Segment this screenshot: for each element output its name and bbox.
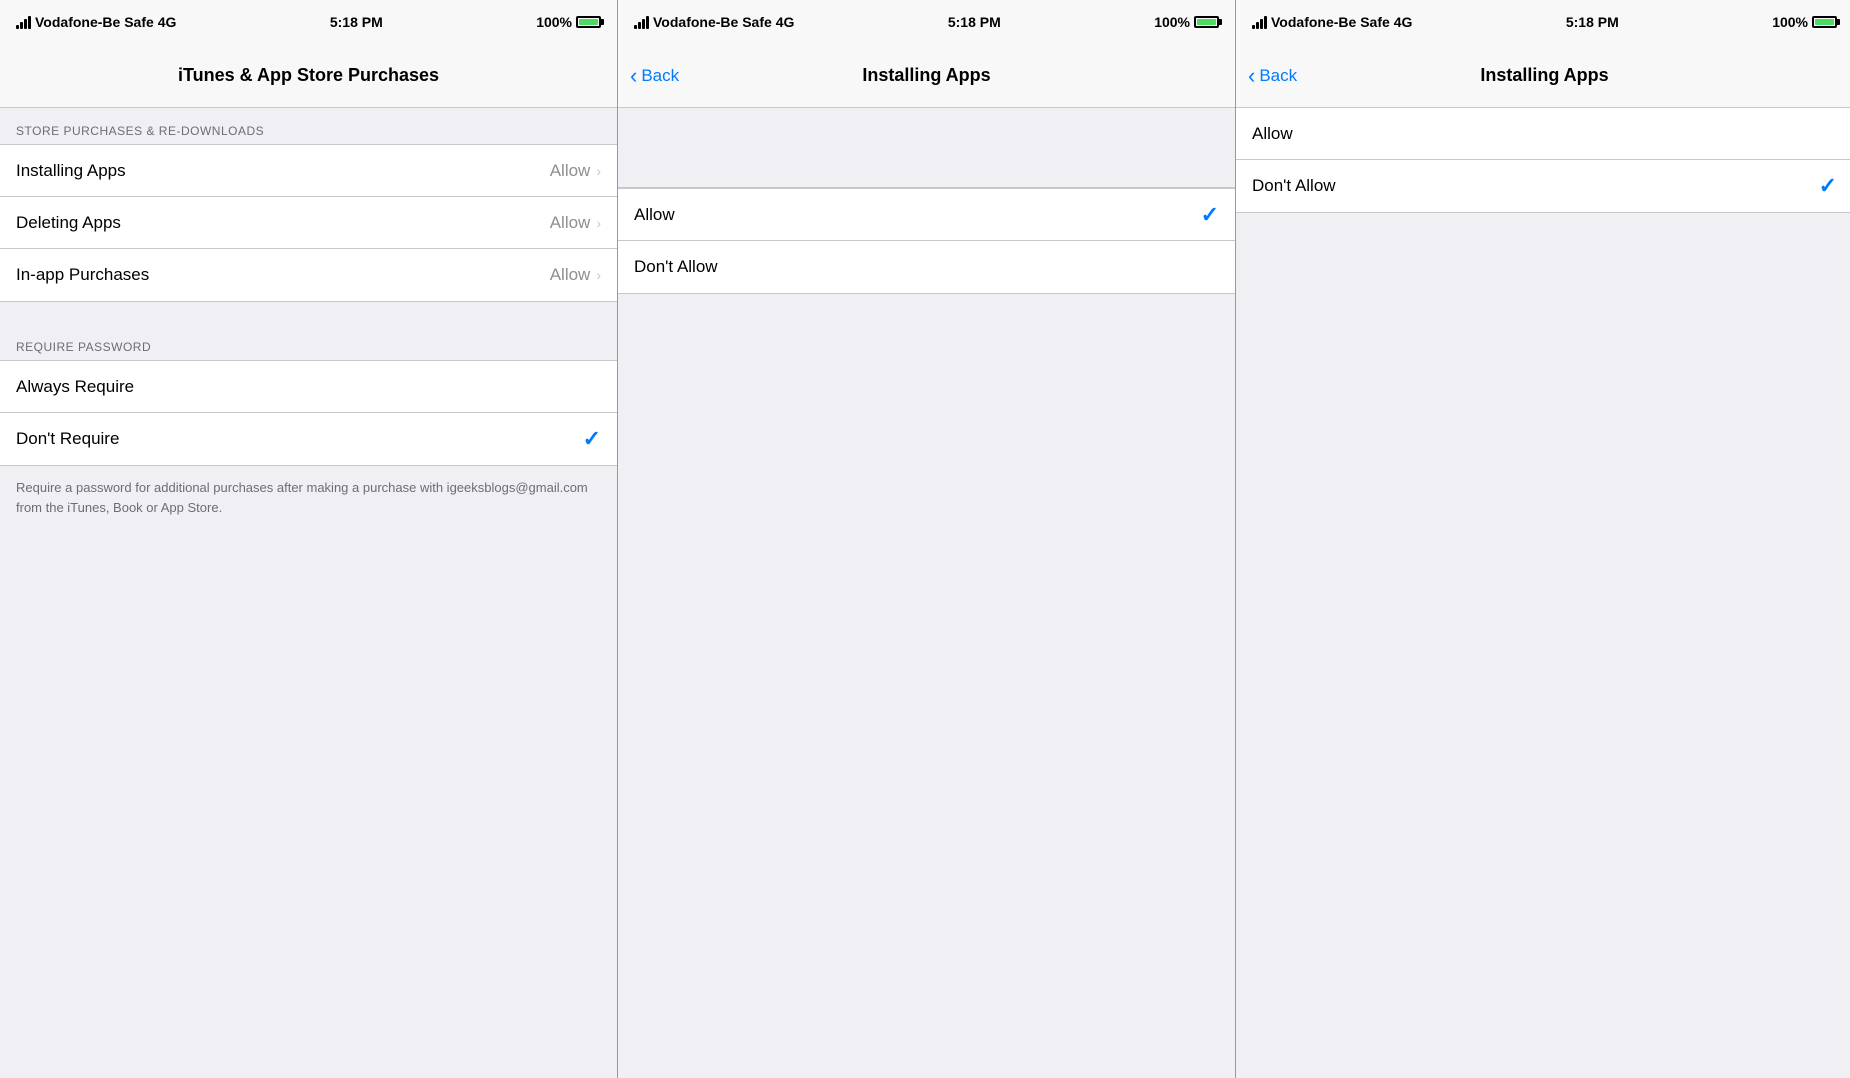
signal-bar-3-1 (1252, 25, 1255, 29)
battery-percent-1: 100% (536, 14, 572, 30)
page-title-2: Installing Apps (862, 65, 990, 86)
settings-content-1: STORE PURCHASES & RE-DOWNLOADS Installin… (0, 108, 617, 1078)
installing-apps-chevron-icon: › (596, 163, 601, 179)
inapp-purchases-chevron-icon: › (596, 267, 601, 283)
inapp-purchases-label: In-app Purchases (16, 265, 149, 285)
status-left-3: Vodafone-Be Safe 4G (1252, 14, 1412, 30)
signal-bar-3-4 (1264, 16, 1267, 29)
network-label-1: 4G (158, 14, 177, 30)
inapp-purchases-right: Allow › (550, 265, 601, 285)
signal-bar-3-3 (1260, 19, 1263, 29)
network-label-3: 4G (1394, 14, 1413, 30)
section-header-store: STORE PURCHASES & RE-DOWNLOADS (0, 108, 617, 144)
allow-checkmark-icon-2: ✓ (1201, 202, 1219, 228)
signal-bar-2-4 (646, 16, 649, 29)
signal-bar-1 (16, 25, 19, 29)
dont-require-row[interactable]: Don't Require ✓ (0, 413, 617, 465)
options-group-2: Allow ✓ Don't Allow (618, 188, 1235, 294)
deleting-apps-row[interactable]: Deleting Apps Allow › (0, 197, 617, 249)
back-label-3: Back (1259, 66, 1297, 86)
signal-bars-2 (634, 16, 649, 29)
dont-allow-label-3: Don't Allow (1252, 176, 1336, 196)
time-label-1: 5:18 PM (330, 14, 383, 30)
back-button-2[interactable]: ‹ Back (630, 65, 679, 87)
signal-bar-2-1 (634, 25, 637, 29)
battery-icon-2 (1194, 16, 1219, 28)
gray-top-2 (618, 108, 1235, 188)
page-title-1: iTunes & App Store Purchases (178, 65, 439, 86)
panel-3: Vodafone-Be Safe 4G 5:18 PM 100% ‹ Back … (1236, 0, 1850, 1078)
dont-allow-row-2[interactable]: Don't Allow (618, 241, 1235, 293)
inapp-purchases-row[interactable]: In-app Purchases Allow › (0, 249, 617, 301)
dont-require-label: Don't Require (16, 429, 119, 449)
always-require-label: Always Require (16, 377, 134, 397)
dont-allow-checkmark-icon-3: ✓ (1819, 173, 1837, 199)
battery-percent-3: 100% (1772, 14, 1808, 30)
status-right-2: 100% (1154, 14, 1219, 30)
back-button-3[interactable]: ‹ Back (1248, 65, 1297, 87)
dont-allow-label-2: Don't Allow (634, 257, 718, 277)
page-title-3: Installing Apps (1480, 65, 1608, 86)
section-header-password: REQUIRE PASSWORD (0, 324, 617, 360)
gray-bottom-2 (618, 294, 1235, 1078)
battery-percent-2: 100% (1154, 14, 1190, 30)
time-label-3: 5:18 PM (1566, 14, 1619, 30)
network-label-2: 4G (776, 14, 795, 30)
dont-allow-row-3[interactable]: Don't Allow ✓ (1236, 160, 1850, 212)
battery-fill-3 (1815, 19, 1834, 25)
store-purchases-group: Installing Apps Allow › Deleting Apps Al… (0, 144, 617, 302)
installing-apps-row[interactable]: Installing Apps Allow › (0, 145, 617, 197)
nav-bar-2: ‹ Back Installing Apps (618, 44, 1235, 108)
battery-icon-1 (576, 16, 601, 28)
back-chevron-icon-2: ‹ (630, 65, 637, 87)
status-right-3: 100% (1772, 14, 1837, 30)
status-left-1: Vodafone-Be Safe 4G (16, 14, 176, 30)
installing-apps-value: Allow (550, 161, 591, 181)
status-bar-3: Vodafone-Be Safe 4G 5:18 PM 100% (1236, 0, 1850, 44)
signal-bars-3 (1252, 16, 1267, 29)
back-chevron-icon-3: ‹ (1248, 65, 1255, 87)
carrier-label-3: Vodafone-Be Safe (1271, 14, 1390, 30)
dont-require-checkmark-icon: ✓ (583, 426, 601, 452)
allow-label-2: Allow (634, 205, 675, 225)
nav-bar-3: ‹ Back Installing Apps (1236, 44, 1850, 108)
carrier-label-1: Vodafone-Be Safe (35, 14, 154, 30)
nav-bar-1: iTunes & App Store Purchases (0, 44, 617, 108)
always-require-row[interactable]: Always Require (0, 361, 617, 413)
deleting-apps-right: Allow › (550, 213, 601, 233)
signal-bars-1 (16, 16, 31, 29)
password-footer: Require a password for additional purcha… (0, 466, 617, 529)
signal-bar-3-2 (1256, 22, 1259, 29)
panel-2: Vodafone-Be Safe 4G 5:18 PM 100% ‹ Back … (618, 0, 1235, 1078)
battery-icon-3 (1812, 16, 1837, 28)
status-bar-1: Vodafone-Be Safe 4G 5:18 PM 100% (0, 0, 617, 44)
carrier-label-2: Vodafone-Be Safe (653, 14, 772, 30)
deleting-apps-chevron-icon: › (596, 215, 601, 231)
panel-1: Vodafone-Be Safe 4G 5:18 PM 100% iTunes … (0, 0, 617, 1078)
deleting-apps-value: Allow (550, 213, 591, 233)
allow-label-3: Allow (1252, 124, 1293, 144)
signal-bar-2 (20, 22, 23, 29)
signal-bar-2-2 (638, 22, 641, 29)
battery-fill-2 (1197, 19, 1216, 25)
signal-bar-4 (28, 16, 31, 29)
password-group: Always Require Don't Require ✓ (0, 360, 617, 466)
deleting-apps-label: Deleting Apps (16, 213, 121, 233)
signal-bar-2-3 (642, 19, 645, 29)
gray-bottom-3 (1236, 213, 1850, 1078)
back-label-2: Back (641, 66, 679, 86)
time-label-2: 5:18 PM (948, 14, 1001, 30)
inapp-purchases-value: Allow (550, 265, 591, 285)
allow-row-2[interactable]: Allow ✓ (618, 189, 1235, 241)
signal-bar-3 (24, 19, 27, 29)
battery-fill-1 (579, 19, 598, 25)
allow-row-3[interactable]: Allow (1236, 108, 1850, 160)
installing-apps-right: Allow › (550, 161, 601, 181)
status-right-1: 100% (536, 14, 601, 30)
installing-apps-label: Installing Apps (16, 161, 126, 181)
status-left-2: Vodafone-Be Safe 4G (634, 14, 794, 30)
status-bar-2: Vodafone-Be Safe 4G 5:18 PM 100% (618, 0, 1235, 44)
options-group-3: Allow Don't Allow ✓ (1236, 108, 1850, 213)
